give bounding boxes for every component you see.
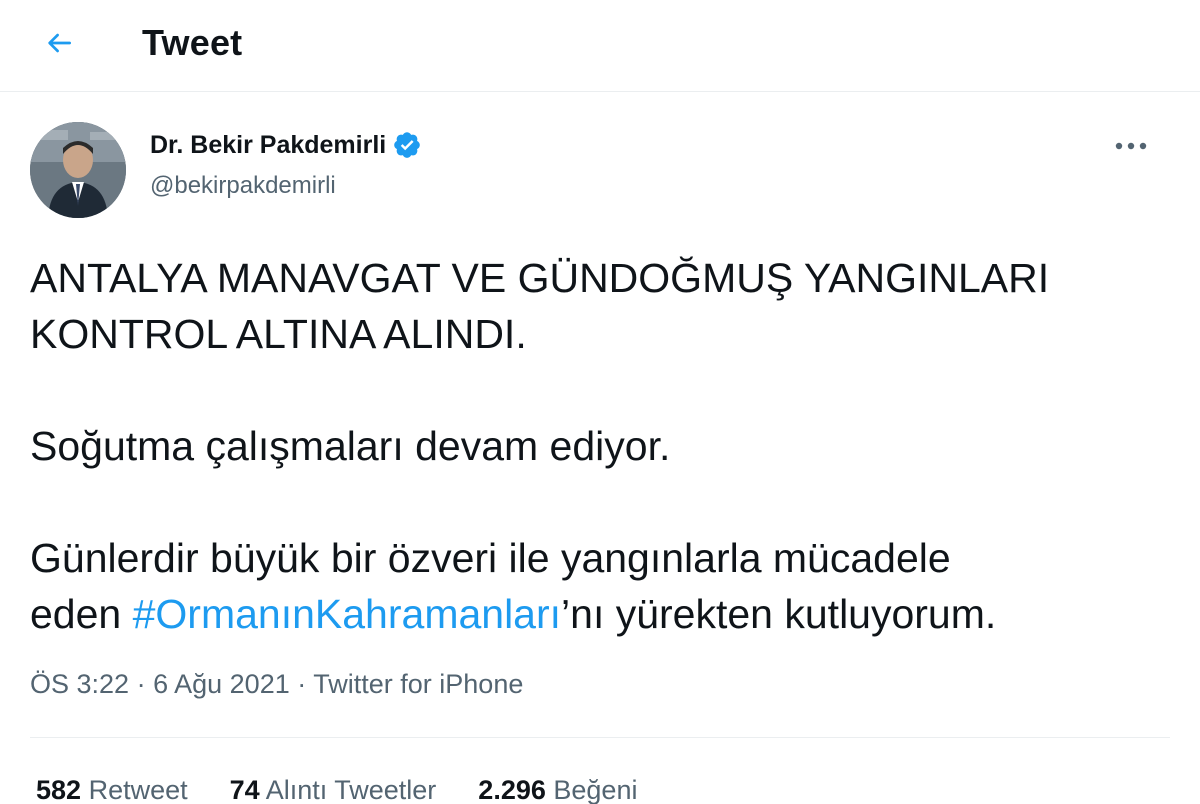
likes-label: Beğeni <box>553 775 638 804</box>
tweet-text-segment: ’nı yürekten kutluyorum. <box>561 591 997 637</box>
meta-separator: · <box>136 669 146 699</box>
divider <box>30 737 1170 738</box>
more-options-button[interactable] <box>1106 128 1156 164</box>
retweets-stat[interactable]: 582 Retweet <box>36 775 188 804</box>
author-handle[interactable]: @bekirpakdemirli <box>150 172 336 200</box>
tweet-text-line: KONTROL ALTINA ALINDI. <box>30 311 527 357</box>
tweet-text-segment: eden <box>30 591 133 637</box>
verified-badge-icon <box>394 132 421 158</box>
more-horizontal-icon <box>1115 142 1147 150</box>
tweet-text: ANTALYA MANAVGAT VE GÜNDOĞMUŞ YANGINLARI… <box>30 250 1170 642</box>
tweet-stats: 582 Retweet 74 Alıntı Tweetler 2.296 Beğ… <box>36 775 637 804</box>
tweet-meta: ÖS 3:22 · 6 Ağu 2021 · Twitter for iPhon… <box>30 669 523 700</box>
tweet-page: Tweet Dr. Bekir Pakdemirli @bekirpakdemi… <box>0 0 1200 804</box>
retweets-count: 582 <box>36 775 82 804</box>
tweet-text-line: Günlerdir büyük bir özveri ile yangınlar… <box>30 535 951 581</box>
author-name-row[interactable]: Dr. Bekir Pakdemirli <box>150 130 422 160</box>
tweet-date[interactable]: 6 Ağu 2021 <box>153 669 290 699</box>
avatar[interactable] <box>30 122 126 218</box>
tweet-time[interactable]: ÖS 3:22 <box>30 669 129 699</box>
back-button[interactable] <box>30 14 88 72</box>
tweet-text-line: ANTALYA MANAVGAT VE GÜNDOĞMUŞ YANGINLARI <box>30 255 1050 301</box>
hashtag-link[interactable]: #OrmanınKahramanları <box>133 591 561 637</box>
tweet-text-line: eden #OrmanınKahramanları’nı yürekten ku… <box>30 586 1170 642</box>
page-title: Tweet <box>142 22 243 63</box>
likes-count: 2.296 <box>478 775 546 804</box>
avatar-image <box>30 122 126 218</box>
tweet-text-line: Soğutma çalışmaları devam ediyor. <box>30 423 671 469</box>
meta-separator: · <box>297 669 307 699</box>
author-display-name[interactable]: Dr. Bekir Pakdemirli <box>150 131 386 160</box>
tweet-source[interactable]: Twitter for iPhone <box>313 669 523 699</box>
quotes-label: Alıntı Tweetler <box>265 775 437 804</box>
page-header: Tweet <box>0 0 1200 92</box>
quotes-count: 74 <box>229 775 260 804</box>
arrow-left-icon <box>48 33 71 53</box>
quote-tweets-stat[interactable]: 74 Alıntı Tweetler <box>230 775 437 804</box>
retweets-label: Retweet <box>88 775 188 804</box>
likes-stat[interactable]: 2.296 Beğeni <box>478 775 637 804</box>
